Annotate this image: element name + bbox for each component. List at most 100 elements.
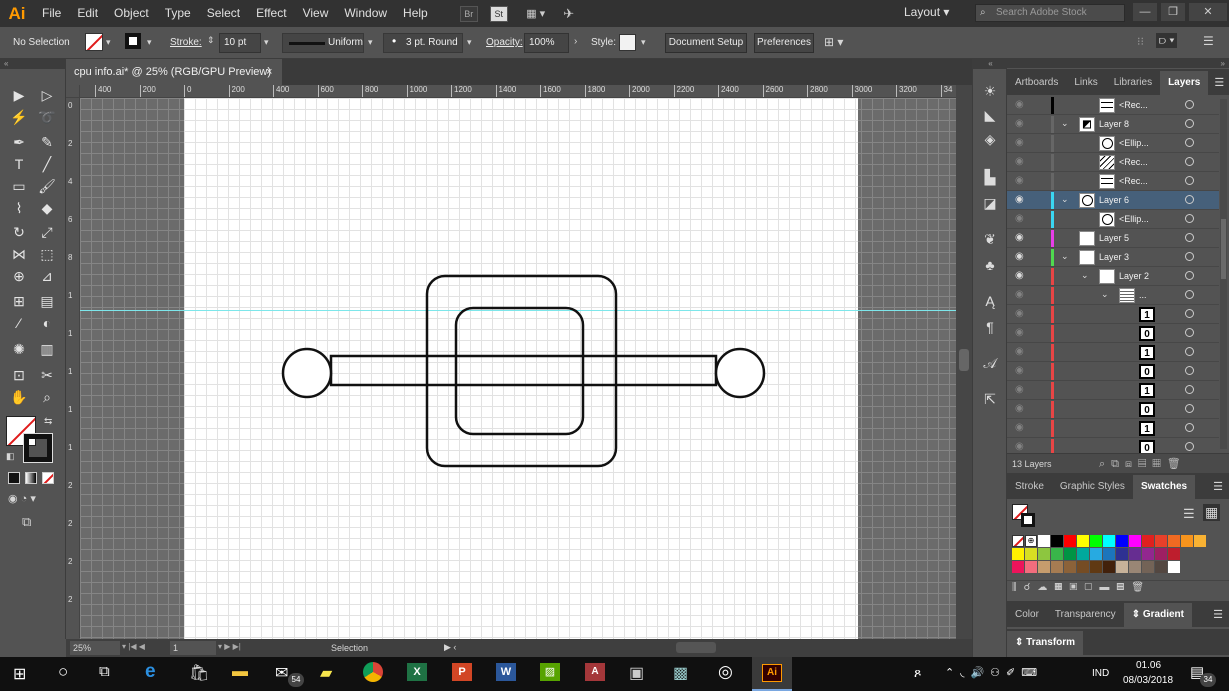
stroke-dropdown-icon[interactable]: ▾ (147, 37, 152, 48)
layer-row[interactable]: ◉ 0 (1007, 362, 1219, 381)
menu-type[interactable]: Type (157, 0, 199, 27)
workspace-switcher[interactable]: Layout ▾ (904, 5, 949, 19)
layer-target-icon[interactable] (1185, 252, 1194, 261)
menu-select[interactable]: Select (199, 0, 248, 27)
color-swatch[interactable] (1155, 548, 1167, 560)
brushes-icon[interactable]: ❦ (979, 229, 1001, 249)
profile-dropdown-icon[interactable]: ▾ (368, 37, 373, 48)
gradient-mode-icon[interactable] (25, 472, 37, 484)
color-swatch[interactable] (1142, 561, 1154, 573)
visibility-eye-icon[interactable]: ◉ (1015, 252, 1027, 262)
color-swatch[interactable] (1077, 548, 1089, 560)
arrange-documents-icon[interactable]: ▦ ▾ (522, 6, 550, 22)
menu-window[interactable]: Window (336, 0, 395, 27)
network-tool-icon[interactable]: ▩ (673, 663, 688, 683)
scale-tool-icon[interactable]: ⤢ (35, 221, 59, 243)
visibility-eye-icon[interactable]: ◉ (1015, 366, 1027, 376)
menu-object[interactable]: Object (106, 0, 157, 27)
color-swatch[interactable] (1116, 561, 1128, 573)
file-explorer-icon[interactable]: ▬ (232, 663, 248, 681)
color-swatch[interactable] (1168, 535, 1180, 547)
direct-selection-tool-icon[interactable]: ▷ (35, 84, 59, 106)
align-panel-icon[interactable]: ▙ (979, 167, 1001, 187)
fill-swatch[interactable] (85, 33, 103, 51)
color-mode-icon[interactable] (8, 472, 20, 484)
visibility-eye-icon[interactable]: ◉ (1015, 423, 1027, 433)
app-logo[interactable]: Ai (0, 0, 34, 27)
artboard-number-field[interactable]: 1 (170, 641, 216, 655)
bridge-button[interactable]: Br (459, 5, 478, 22)
vertical-ruler[interactable]: 0 2 4 6 8 1 1 1 1 1 2 2 2 2 (66, 98, 80, 638)
opacity-slider-icon[interactable]: › (574, 36, 577, 47)
layer-row[interactable]: ◉ 1 (1007, 381, 1219, 400)
start-icon[interactable]: ⊞ (13, 664, 26, 684)
horizontal-bar[interactable] (329, 354, 718, 387)
menu-effect[interactable]: Effect (248, 0, 294, 27)
brush-dropdown-icon[interactable]: ▾ (467, 37, 472, 48)
scroll-thumb[interactable] (959, 349, 969, 371)
selection-tool-icon[interactable]: ▶ (7, 84, 31, 106)
inner-rounded-square[interactable] (454, 306, 585, 436)
character-icon[interactable]: Ą (979, 291, 1001, 311)
opentype-icon[interactable]: 𝒜 (979, 353, 1001, 373)
stock-button[interactable]: St (489, 5, 508, 22)
stroke-stepper-icon[interactable]: ⇕ (207, 35, 215, 46)
color-swatch[interactable] (1103, 535, 1115, 547)
excel-icon[interactable]: X (407, 663, 427, 681)
color-swatch[interactable] (1142, 548, 1154, 560)
style-swatch[interactable] (619, 34, 636, 51)
color-swatch[interactable] (1064, 548, 1076, 560)
visibility-eye-icon[interactable]: ◉ (1015, 347, 1027, 357)
swatches-footer-icons[interactable]: ⫼☌☁▦▣▢▬▤🗑 (1012, 582, 1151, 593)
layer-target-icon[interactable] (1185, 385, 1194, 394)
stroke-swatch[interactable] (125, 33, 141, 49)
color-swatch[interactable] (1194, 535, 1206, 547)
tab-swatches[interactable]: Swatches (1132, 475, 1196, 499)
layer-target-icon[interactable] (1185, 271, 1194, 280)
color-swatch[interactable] (1025, 548, 1037, 560)
layer-target-icon[interactable] (1185, 442, 1194, 451)
layer-row[interactable]: ◉ 0 (1007, 400, 1219, 419)
line-tool-icon[interactable]: ╱ (35, 153, 59, 175)
swatch-libraries-icon[interactable]: ◣ (979, 105, 1001, 125)
color-swatch[interactable] (1077, 561, 1089, 573)
clock-date[interactable]: 08/03/2018 (1123, 675, 1173, 686)
layer-target-icon[interactable] (1185, 404, 1194, 413)
visibility-eye-icon[interactable]: ◉ (1015, 214, 1027, 224)
layer-target-icon[interactable] (1185, 309, 1194, 318)
symbols-icon[interactable]: ♣ (979, 255, 1001, 275)
color-swatch[interactable] (1142, 535, 1154, 547)
system-tray-icons[interactable]: ⌃◟🔊⚇✐⌨ (945, 666, 1043, 679)
layer-row[interactable]: ◉ <Ellip... (1007, 134, 1219, 153)
vertical-scrollbar[interactable] (956, 85, 972, 639)
task-view-icon[interactable]: ⧉ (99, 663, 110, 680)
expand-chevron-icon[interactable]: ⌄ (1101, 289, 1109, 300)
color-swatch[interactable] (1090, 548, 1102, 560)
tab-color[interactable]: Color (1007, 603, 1047, 627)
visibility-eye-icon[interactable]: ◉ (1015, 233, 1027, 243)
cortana-icon[interactable]: ○ (58, 662, 68, 682)
stroke-weight-field[interactable]: 10 pt (219, 33, 261, 53)
layer-row[interactable]: ◉ 1 (1007, 305, 1219, 324)
zoom-field[interactable]: 25% (70, 641, 120, 655)
layer-row[interactable]: ◉ <Ellip... (1007, 210, 1219, 229)
opacity-label[interactable]: Opacity: (486, 37, 523, 48)
zoom-tool-icon[interactable]: ⌕ (35, 386, 59, 408)
slice-tool-icon[interactable]: ✂ (35, 364, 59, 386)
tab-stroke[interactable]: Stroke (1007, 475, 1052, 499)
layer-row[interactable]: ◉ ⌄ Layer 3 (1007, 248, 1219, 267)
opacity-field[interactable]: 100% (524, 33, 569, 53)
rotate-tool-icon[interactable]: ↻ (7, 221, 31, 243)
tab-layers[interactable]: Layers (1160, 71, 1209, 95)
screen-mode-icon[interactable]: ⧉ (22, 514, 31, 530)
color-swatch[interactable] (1168, 561, 1180, 573)
chrome-icon[interactable] (363, 662, 383, 682)
word-icon[interactable]: W (496, 663, 516, 681)
horizontal-ruler[interactable]: 400 200 0 200 400 600 800 1000 1200 1400 1600 1800 2… (80, 85, 956, 98)
right-circle[interactable] (714, 347, 766, 399)
color-swatch[interactable] (1025, 561, 1037, 573)
navigator-icon[interactable]: ◈ (979, 129, 1001, 149)
preferences-button[interactable]: Preferences (754, 33, 814, 53)
artboard-nav-icons[interactable]: ▾ ▶ ▶| (218, 642, 241, 651)
visibility-eye-icon[interactable]: ◉ (1015, 404, 1027, 414)
